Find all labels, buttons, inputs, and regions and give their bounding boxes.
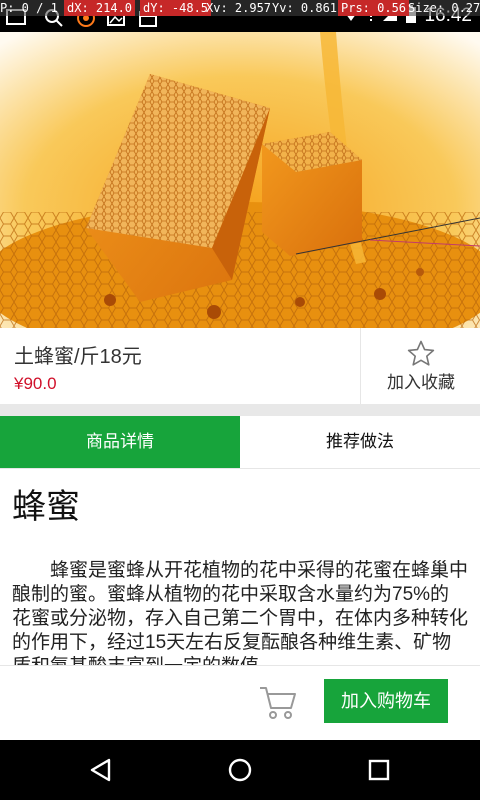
add-to-cart-button[interactable]: 加入购物车 [324,679,448,723]
debug-size: Size: 0.27 [408,1,480,15]
recents-icon[interactable] [364,755,394,785]
pointer-debug-overlay: P: 0 / 1 dX: 214.0 dY: -48.5 Xv: 2.957 Y… [0,0,480,16]
debug-dx: dX: 214.0 [64,0,136,16]
product-title: 土蜂蜜/斤18元 [14,346,142,368]
detail-tabs: 商品详情 推荐做法 [0,416,480,469]
honeycomb-photo [0,32,480,328]
debug-prs: Prs: 0.56 [338,0,410,16]
star-icon [407,340,435,370]
detail-content: 蜂蜜 蜂蜜是蜜蜂从开花植物的花中采得的花蜜在蜂巢中酿制的蜜。蜜蜂从植物的花中采取… [0,469,480,665]
debug-pointer: P: 0 / 1 [0,1,58,15]
back-icon[interactable] [86,755,116,785]
debug-xv: Xv: 2.957 [206,1,272,15]
product-hero-image [0,32,480,328]
favorite-button[interactable]: 加入收藏 [360,328,480,404]
tab-recommended-recipes[interactable]: 推荐做法 [240,416,480,468]
detail-heading: 蜂蜜 [12,488,80,526]
bottom-action-bar: 加入购物车 [0,665,480,741]
status-bar: 16:42 P: 0 / 1 dX: 214.0 dY: -48.5 Xv: 2… [0,0,480,32]
debug-dy: dY: -48.5 [140,0,212,16]
navigation-bar [0,740,480,800]
tab-product-details[interactable]: 商品详情 [0,416,240,468]
detail-paragraph: 蜂蜜是蜜蜂从开花植物的花中采得的花蜜在蜂巢中酿制的蜜。蜜蜂从植物的花中采取含水量… [12,560,469,665]
debug-yv: Yv: 0.861 [272,1,338,15]
section-divider [0,404,480,416]
home-icon[interactable] [225,755,255,785]
product-price: ¥90.0 [14,374,57,393]
favorite-label: 加入收藏 [387,373,455,392]
cart-icon[interactable] [258,684,298,724]
product-info: 土蜂蜜/斤18元 ¥90.0 加入收藏 [0,328,480,404]
